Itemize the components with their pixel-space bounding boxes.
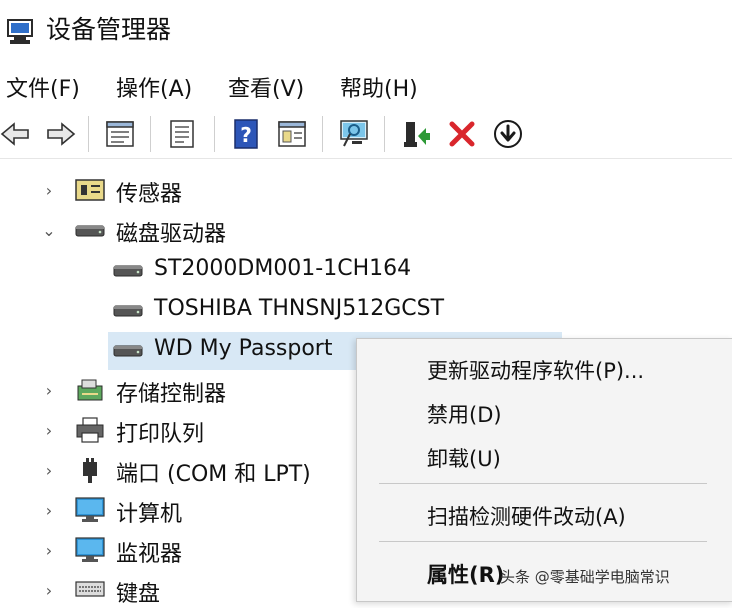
disk-drive-icon [113,345,143,357]
toolbar-separator [322,116,323,152]
ctx-separator [379,483,707,484]
ctx-update-driver[interactable]: 更新驱动程序软件(P)... [427,355,644,385]
toolbar-separator [384,116,385,152]
update-driver-icon[interactable] [400,118,432,150]
menu-view[interactable]: 查看(V) [228,71,304,103]
toolbar-separator [214,116,215,152]
chevron-right-icon[interactable]: › [40,422,58,440]
tree-item-sensor[interactable]: 传感器 [116,176,182,208]
sensor-icon [75,179,105,201]
ctx-scan-hardware[interactable]: 扫描检测硬件改动(A) [427,501,626,531]
uninstall-x-icon[interactable] [446,118,478,150]
chevron-right-icon[interactable]: › [40,542,58,560]
chevron-right-icon[interactable]: › [40,462,58,480]
storage-controller-icon [77,379,103,401]
window-title: 设备管理器 [46,15,172,44]
ctx-disable[interactable]: 禁用(D) [427,399,502,429]
disk-drive-icon [113,265,143,277]
help-icon[interactable]: ? [230,118,262,150]
title-bar: 设备管理器 [0,0,732,62]
properties-icon[interactable] [104,118,136,150]
monitor-icon [75,537,105,562]
device-manager-icon [7,19,33,44]
chevron-down-icon[interactable]: ⌄ [40,222,58,240]
tree-item-disk-wd-passport[interactable]: WD My Passport [154,336,332,361]
download-icon[interactable] [492,118,524,150]
watermark: 头条 @零基础学电脑常识 [500,566,670,587]
toolbar-separator [150,116,151,152]
toolbar: ? [0,110,732,159]
menu-file[interactable]: 文件(F) [6,71,80,103]
disk-drive-icon [113,305,143,317]
ctx-uninstall[interactable]: 卸载(U) [427,443,501,473]
chevron-right-icon[interactable]: › [40,502,58,520]
back-arrow-icon[interactable] [0,118,32,150]
menu-help[interactable]: 帮助(H) [340,71,418,103]
chevron-right-icon[interactable]: › [40,182,58,200]
ctx-properties[interactable]: 属性(R) [427,559,504,589]
driver-details-icon[interactable] [166,118,198,150]
disk-drive-icon [75,225,105,237]
menu-bar: 文件(F) 操作(A) 查看(V) 帮助(H) [0,66,732,106]
tree-item-ports[interactable]: 端口 (COM 和 LPT) [116,456,311,488]
tree-item-monitors[interactable]: 监视器 [116,536,182,568]
forward-arrow-icon[interactable] [44,118,76,150]
svg-text:?: ? [240,123,252,147]
printer-icon [76,417,104,443]
ctx-separator [379,541,707,542]
chevron-right-icon[interactable]: › [40,382,58,400]
watermark-prefix: 头条 @ [500,568,550,586]
tree-item-print-queues[interactable]: 打印队列 [116,416,204,448]
chevron-right-icon[interactable]: › [40,582,58,600]
toolbar-separator [88,116,89,152]
action-icon[interactable] [276,118,308,150]
watermark-text: 零基础学电脑常识 [549,568,670,586]
tree-item-disk-drives[interactable]: 磁盘驱动器 [116,216,226,248]
tree-item-computer[interactable]: 计算机 [116,496,182,528]
tree-item-disk-toshiba[interactable]: TOSHIBA THNSNJ512GCST [154,296,444,321]
tree-item-disk-st2000[interactable]: ST2000DM001-1CH164 [154,256,411,281]
menu-action[interactable]: 操作(A) [116,71,192,103]
context-menu: 更新驱动程序软件(P)... 禁用(D) 卸载(U) 扫描检测硬件改动(A) 属… [356,338,732,602]
tree-item-storage-controllers[interactable]: 存储控制器 [116,376,226,408]
port-icon [83,458,97,483]
scan-monitor-icon[interactable] [338,118,370,150]
tree-item-keyboards[interactable]: 键盘 [116,576,160,608]
computer-icon [75,497,105,522]
